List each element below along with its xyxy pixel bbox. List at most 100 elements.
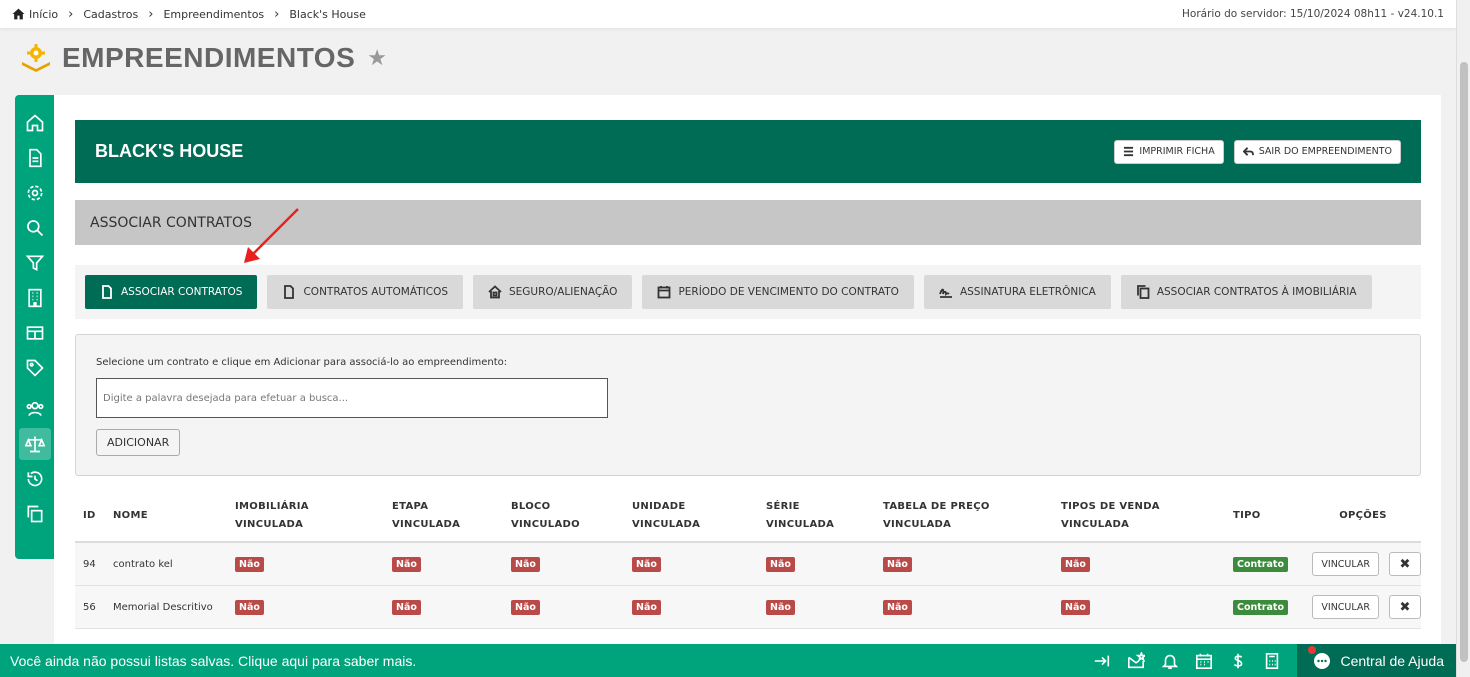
mail-star-icon[interactable] [1127, 651, 1146, 670]
contracts-table: ID NOME IMOBILIÁRIA VINCULADA ETAPA VINCUL… [75, 490, 1421, 643]
breadcrumb-empreendimentos[interactable]: Empreendimentos [163, 8, 264, 21]
enterprise-title: BLACK'S HOUSE [95, 141, 244, 161]
tab-periodo-vencimento[interactable]: PERÍODO DE VENCIMENTO DO CONTRATO [642, 275, 914, 309]
home-icon [26, 114, 43, 132]
cell-id: 56 [83, 601, 96, 613]
tab-contratos-automaticos[interactable]: CONTRATOS AUTOMÁTICOS [267, 275, 463, 309]
table-header-row: ID NOME IMOBILIÁRIA VINCULADA ETAPA VINCUL… [75, 490, 1421, 543]
search-icon [26, 220, 43, 237]
status-badge: Não [235, 556, 264, 572]
status-badge: Não [392, 599, 421, 615]
cell-tipo: Contrato [1225, 599, 1297, 615]
page-title: EMPREENDIMENTOS [62, 42, 356, 73]
bottom-toolbar: Central de Ajuda [1093, 644, 1456, 677]
tab-assinatura-eletronica[interactable]: ASSINATURA ELETRÔNICA [923, 275, 1111, 309]
sidebar-item-tags[interactable] [19, 352, 51, 384]
users-icon [25, 401, 43, 416]
sidebar-item-history[interactable] [19, 463, 51, 495]
gear-hand-logo-icon [22, 44, 50, 72]
tab-associar-contratos[interactable]: ASSOCIAR CONTRATOS [85, 275, 258, 309]
exit-enterprise-button[interactable]: SAIR DO EMPREENDIMENTO [1233, 139, 1401, 164]
sidebar-item-documents[interactable] [19, 142, 51, 174]
cell-bloco: Não [503, 599, 624, 615]
collapse-arrow-icon[interactable] [1093, 652, 1111, 670]
sidebar-item-search[interactable] [19, 212, 51, 244]
link-button[interactable]: VINCULAR [1312, 552, 1379, 576]
breadcrumb-cadastros[interactable]: Cadastros [83, 8, 138, 21]
type-badge: Contrato [1233, 599, 1288, 615]
cell-serie: Não [758, 599, 875, 615]
tabs-bar: ASSOCIAR CONTRATOS CONTRATOS AUTOMÁTICOS… [75, 265, 1421, 319]
col-nome-header: NOME [113, 509, 148, 521]
chevron-right-icon: › [274, 6, 280, 22]
dollar-icon[interactable] [1229, 652, 1247, 670]
col-opcoes-header: OPÇÕES [1339, 509, 1387, 521]
signature-icon [939, 288, 952, 298]
enterprise-header: BLACK'S HOUSE IMPRIMIR FICHA SAIR DO EMP… [75, 120, 1421, 183]
cell-id: 94 [83, 558, 96, 570]
document-icon [102, 285, 112, 299]
cell-nome: contrato kel [113, 558, 173, 570]
remove-button[interactable]: ✖ [1389, 552, 1421, 576]
print-button[interactable]: IMPRIMIR FICHA [1114, 139, 1224, 164]
cell-bloco: Não [503, 556, 624, 572]
col-id-header: ID [83, 509, 96, 521]
calendar-icon[interactable] [1195, 652, 1213, 670]
breadcrumb: Início › Cadastros › Empreendimentos › B… [12, 7, 366, 22]
table-icon [26, 326, 43, 340]
table-row: 56 Memorial Descritivo Não Não Não Não N… [75, 586, 1421, 629]
breadcrumb-home[interactable]: Início [12, 8, 58, 21]
house-icon [488, 285, 502, 299]
help-center-button[interactable]: Central de Ajuda [1297, 644, 1456, 677]
sidebar [15, 95, 54, 559]
col-tipos-venda-header: TIPOS DE VENDA VINCULADA [1061, 500, 1160, 530]
vertical-scrollbar[interactable] [1456, 0, 1470, 677]
sidebar-item-legal[interactable] [18, 428, 51, 460]
chevron-right-icon: › [68, 6, 74, 22]
cell-unidade: Não [624, 599, 758, 615]
status-badge: Não [883, 599, 912, 615]
sidebar-item-buildings[interactable] [19, 282, 51, 314]
cell-tabela: Não [875, 556, 1053, 572]
cell-serie: Não [758, 556, 875, 572]
table-row-partial [75, 629, 1421, 643]
status-badge: Não [883, 556, 912, 572]
sidebar-item-settings[interactable] [19, 177, 51, 209]
tab-seguro-alienacao[interactable]: SEGURO/ALIENAÇÃO [473, 275, 633, 309]
close-icon: ✖ [1399, 599, 1411, 615]
cell-nome: Memorial Descritivo [113, 601, 213, 613]
home-icon [12, 8, 25, 20]
sidebar-item-home[interactable] [19, 107, 51, 139]
sidebar-item-tables[interactable] [19, 317, 51, 349]
col-imobiliaria-header: IMOBILIÁRIA VINCULADA [235, 500, 309, 530]
status-badge: Não [632, 599, 661, 615]
cell-tabela: Não [875, 599, 1053, 615]
sidebar-item-copy[interactable] [19, 498, 51, 530]
bell-icon[interactable] [1161, 652, 1179, 670]
cell-unidade: Não [624, 556, 758, 572]
saved-lists-message[interactable]: Você ainda não possui listas salvas. Cli… [10, 653, 416, 669]
scrollbar-thumb[interactable] [1460, 62, 1468, 662]
cell-opcoes: VINCULAR ✖ [1297, 552, 1421, 576]
remove-button[interactable]: ✖ [1389, 595, 1421, 619]
annotation-arrow-icon [244, 208, 299, 263]
link-button[interactable]: VINCULAR [1312, 595, 1379, 619]
favorite-star-icon[interactable]: ★ [367, 46, 387, 71]
col-etapa-header: ETAPA VINCULADA [392, 500, 461, 530]
cell-imobiliaria: Não [227, 556, 384, 572]
contract-search-input[interactable] [96, 378, 608, 418]
calculator-icon[interactable] [1263, 652, 1281, 670]
status-badge: Não [511, 599, 540, 615]
tab-associar-imobiliaria[interactable]: ASSOCIAR CONTRATOS À IMOBILIÁRIA [1120, 275, 1372, 309]
type-badge: Contrato [1233, 556, 1288, 572]
sidebar-item-users[interactable] [19, 393, 51, 425]
document-icon [28, 148, 42, 168]
status-badge: Não [766, 599, 795, 615]
contract-search-panel: Selecione um contrato e clique em Adicio… [75, 334, 1421, 476]
calendar-icon [658, 286, 671, 299]
sidebar-item-filter[interactable] [19, 247, 51, 279]
bottom-bar: Você ainda não possui listas salvas. Cli… [0, 644, 1456, 677]
col-serie-header: SÉRIE VINCULADA [766, 500, 835, 530]
copy-icon [1136, 285, 1150, 299]
add-button[interactable]: ADICIONAR [96, 429, 181, 456]
